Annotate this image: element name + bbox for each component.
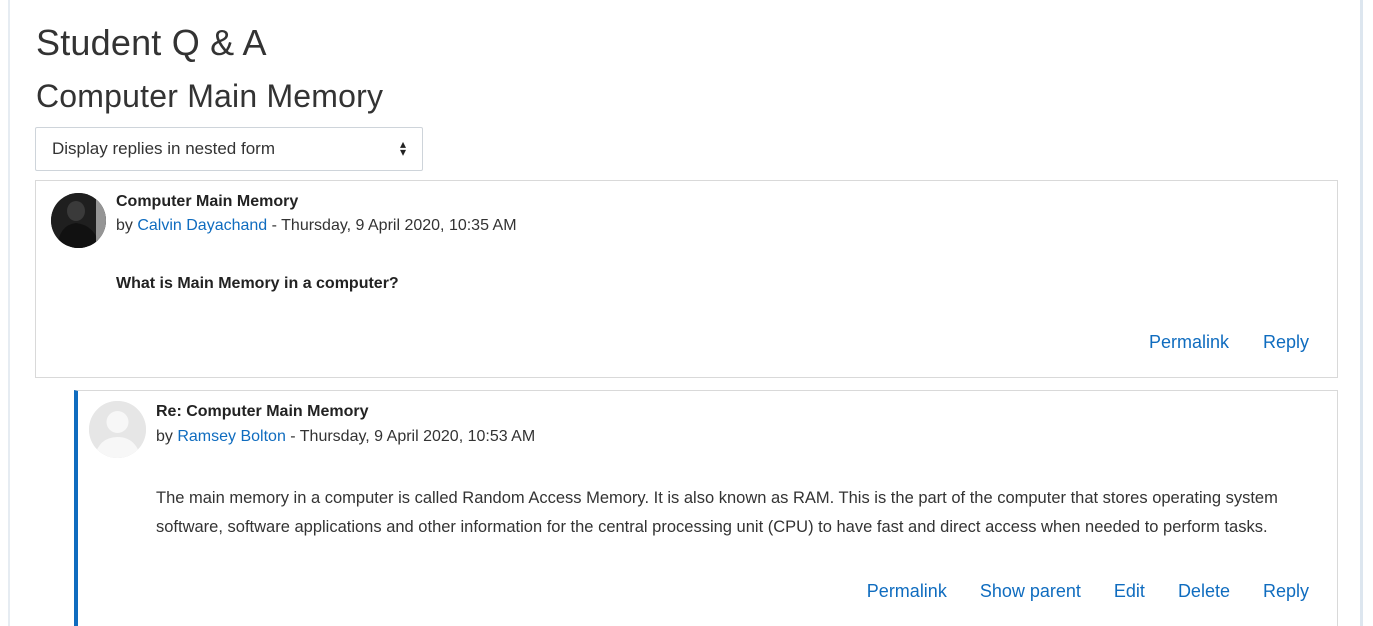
delete-link[interactable]: Delete (1178, 581, 1230, 602)
post-subject: Computer Main Memory (116, 193, 299, 210)
author-link[interactable]: Calvin Dayachand (137, 217, 267, 234)
avatar[interactable] (51, 193, 106, 248)
byline-separator: - (267, 217, 282, 234)
post-message: The main memory in a computer is called … (156, 489, 1278, 536)
by-label: by (116, 217, 138, 234)
page-title: Student Q & A (36, 22, 267, 63)
by-label: by (156, 428, 178, 445)
page-left-border (8, 0, 10, 626)
avatar[interactable] (89, 401, 146, 458)
reply-link[interactable]: Reply (1263, 581, 1309, 602)
post-byline: by Ramsey Bolton - Thursday, 9 April 202… (156, 428, 535, 446)
permalink-link[interactable]: Permalink (867, 581, 947, 602)
post-byline: by Calvin Dayachand - Thursday, 9 April … (116, 217, 517, 235)
forum-post: Computer Main Memory by Calvin Dayachand… (35, 180, 1338, 378)
display-mode-value: Display replies in nested form (52, 139, 275, 158)
post-date: Thursday, 9 April 2020, 10:35 AM (281, 217, 517, 234)
page-right-border (1360, 0, 1363, 626)
forum-reply-post: Re: Computer Main Memory by Ramsey Bolto… (74, 390, 1338, 626)
post-date: Thursday, 9 April 2020, 10:53 AM (299, 428, 536, 445)
byline-separator: - (285, 428, 300, 445)
permalink-link[interactable]: Permalink (1149, 332, 1229, 353)
display-mode-select[interactable]: Display replies in nested form ▴ ▾ (35, 127, 423, 171)
edit-link[interactable]: Edit (1114, 581, 1145, 602)
discussion-title: Computer Main Memory (36, 78, 384, 114)
post-message: What is Main Memory in a computer? (116, 275, 399, 292)
post-actions: Permalink Reply (1115, 332, 1309, 353)
post-actions: Permalink Show parent Edit Delete Reply (834, 581, 1309, 602)
show-parent-link[interactable]: Show parent (980, 581, 1081, 602)
select-caret-icon: ▴ ▾ (399, 137, 406, 159)
author-link[interactable]: Ramsey Bolton (177, 428, 286, 445)
reply-link[interactable]: Reply (1263, 332, 1309, 353)
post-subject: Re: Computer Main Memory (156, 403, 369, 420)
